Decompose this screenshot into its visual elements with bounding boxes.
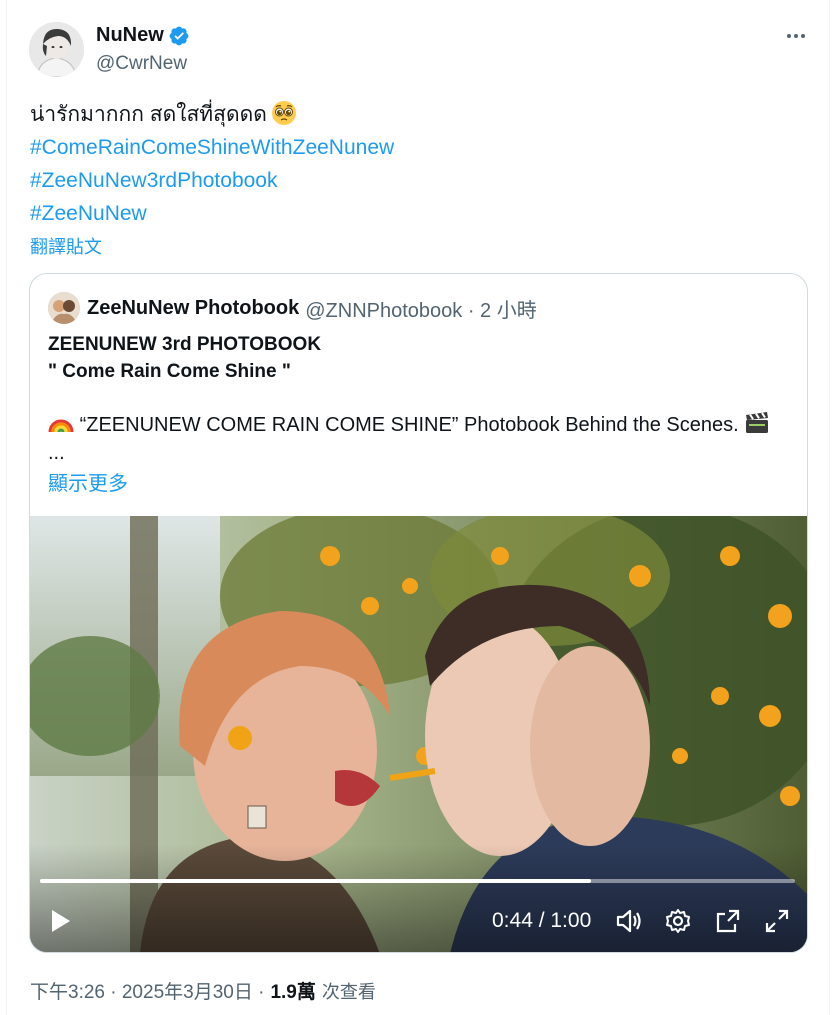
quoted-ellipsis: ... (48, 442, 65, 464)
tweet-timestamp[interactable]: 下午3:26 · 2025年3月30日 · (30, 977, 264, 1004)
tweet-text: น่ารักมากกก สดใสที่สุดดด #ComeRainComeSh… (30, 98, 394, 230)
author-handle[interactable]: @CwrNew (96, 53, 187, 75)
rainbow-icon (48, 419, 74, 433)
settings-button[interactable] (662, 905, 694, 937)
quoted-title-line: " Come Rain Come Shine " (48, 361, 291, 382)
video-progress-bar[interactable] (40, 879, 795, 883)
pleading-face-icon (271, 101, 296, 125)
volume-icon (616, 909, 641, 933)
hashtag-link[interactable]: #ComeRainComeShineWithZeeNunew (30, 131, 394, 164)
quoted-description: “ZEENUNEW COME RAIN COME SHINE” Photoboo… (48, 411, 770, 467)
picture-in-picture-icon (716, 909, 740, 933)
show-more-link[interactable]: 顯示更多 (48, 467, 128, 496)
clapper-board-icon (746, 412, 769, 433)
gear-icon (666, 909, 690, 933)
video-progress-fill (40, 879, 592, 883)
quoted-author-name[interactable]: ZeeNuNew Photobook (87, 297, 299, 320)
more-dot (794, 34, 798, 38)
quoted-tweet-card[interactable]: ZeeNuNew Photobook @ZNNPhotobook · 2 小時 … (29, 273, 808, 953)
author-display-name[interactable]: NuNew (96, 24, 164, 47)
verified-badge-icon (169, 26, 189, 45)
tweet-footer: 下午3:26 · 2025年3月30日 · 1.9萬 次查看 (30, 977, 376, 1004)
quoted-title-line: ZEENUNEW 3rd PHOTOBOOK (48, 334, 322, 355)
translate-post-link[interactable]: 翻譯貼文 (30, 233, 102, 259)
fullscreen-icon (765, 909, 789, 933)
view-count: 1.9萬 (270, 982, 316, 1003)
fullscreen-button[interactable] (761, 905, 793, 937)
quoted-description-line: “ZEENUNEW COME RAIN COME SHINE” Photoboo… (48, 411, 770, 439)
more-dot (787, 34, 791, 38)
tweet-text-line: น่ารักมากกก สดใสที่สุดดด (30, 98, 394, 131)
quoted-tweet-header: ZeeNuNew Photobook @ZNNPhotobook · 2 小時 (48, 292, 537, 324)
video-time: 0:44 / 1:00 (492, 909, 592, 932)
hashtag-link[interactable]: #ZeeNuNew3rdPhotobook (30, 164, 394, 197)
more-options-button[interactable] (783, 25, 809, 47)
play-icon (52, 910, 70, 932)
view-count-label: 次查看 (321, 982, 376, 1002)
play-button[interactable] (44, 905, 76, 937)
quoted-title: ZEENUNEW 3rd PHOTOBOOK " Come Rain Come … (48, 331, 321, 385)
tweet-message: น่ารักมากกก สดใสที่สุดดด (30, 103, 267, 126)
quoted-description-text: “ZEENUNEW COME RAIN COME SHINE” Photoboo… (79, 414, 739, 436)
quoted-author-meta: @ZNNPhotobook · 2 小時 (305, 299, 537, 322)
video-player[interactable]: 0:44 / 1:00 (30, 516, 807, 952)
quoted-author-avatar[interactable] (48, 292, 80, 324)
volume-button[interactable] (613, 905, 645, 937)
author-name-row[interactable]: NuNew (96, 24, 190, 47)
author-avatar[interactable] (29, 22, 84, 77)
picture-in-picture-button[interactable] (712, 905, 744, 937)
more-dot (801, 34, 805, 38)
hashtag-link[interactable]: #ZeeNuNew (30, 197, 394, 230)
